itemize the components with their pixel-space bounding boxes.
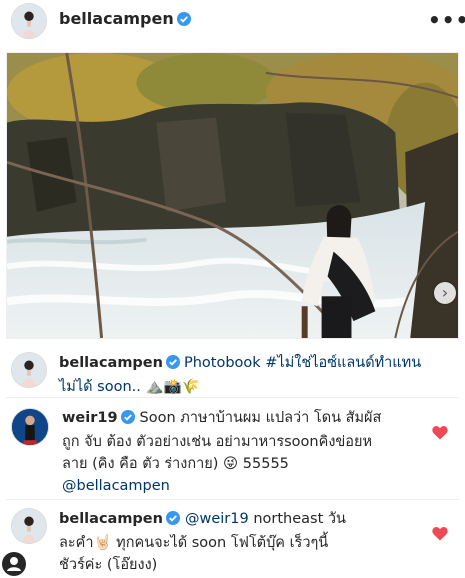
comment-text-1: weir19 Soon ภาษาบ้านผม แปลว่า โดน สัมผัส … [62, 407, 430, 497]
username-text[interactable]: bellacampen [59, 9, 174, 28]
post-header: bellacampen ••• [0, 0, 465, 44]
comment-mention[interactable]: @bellacampen [62, 475, 430, 497]
like-heart-icon[interactable] [432, 526, 448, 541]
commenter-avatar-weir19[interactable] [11, 408, 49, 446]
caption-text-line1: Photobook #ไม่ใช่ไอซ์แลนด์ทำแทน [183, 355, 422, 371]
comment-line: ถูก จับ ต้อง ตัวอย่างเช่น อย่ามาหารsoonค… [62, 434, 373, 450]
commenter-avatar-bellacampen[interactable] [11, 508, 47, 544]
verified-badge-icon [165, 354, 180, 376]
comment-username[interactable]: weir19 [62, 410, 118, 426]
caption-username[interactable]: bellacampen [59, 355, 163, 371]
comment-line: ละคำ🤘🏻 ทุกคนจะได้ soon โฟโต้บุ๊ค เร็วๆนี… [59, 535, 329, 551]
post-photo[interactable] [6, 52, 459, 339]
post-author-avatar[interactable] [11, 3, 47, 39]
divider [6, 397, 459, 398]
comment-text-2: bellacampen @weir19 northeast วัน ละคำ🤘🏻 … [59, 508, 431, 576]
comment-line: ชัวร์ค่ะ (โอ๊ยงง) [59, 557, 158, 573]
comment-line: northeast วัน [253, 511, 346, 527]
more-options-icon[interactable]: ••• [428, 8, 465, 32]
caption-text-line2: ไม่ได้ soon.. ⛰️📸🌾 [59, 379, 200, 395]
next-photo-arrow-icon[interactable]: › [434, 282, 456, 304]
comment-username[interactable]: bellacampen [59, 511, 163, 527]
comment-line: Soon ภาษาบ้านผม แปลว่า โดน สัมผัส [139, 410, 382, 426]
verified-badge-icon [120, 409, 135, 431]
post-author-username[interactable]: bellacampen [59, 9, 191, 30]
like-heart-icon[interactable] [432, 425, 448, 440]
caption-text: bellacampen Photobook #ไม่ใช่ไอซ์แลนด์ทำแ… [59, 352, 459, 398]
comment-mention[interactable]: @weir19 [185, 511, 249, 527]
comment-line: ลาย (คิง คือ ตัว ร่างกาย) 😜 55555 [62, 456, 289, 472]
caption-author-avatar[interactable] [11, 352, 47, 388]
verified-badge-icon [165, 510, 180, 532]
profile-user-icon[interactable] [2, 552, 26, 576]
divider [6, 499, 459, 500]
verified-badge-icon [176, 11, 191, 30]
